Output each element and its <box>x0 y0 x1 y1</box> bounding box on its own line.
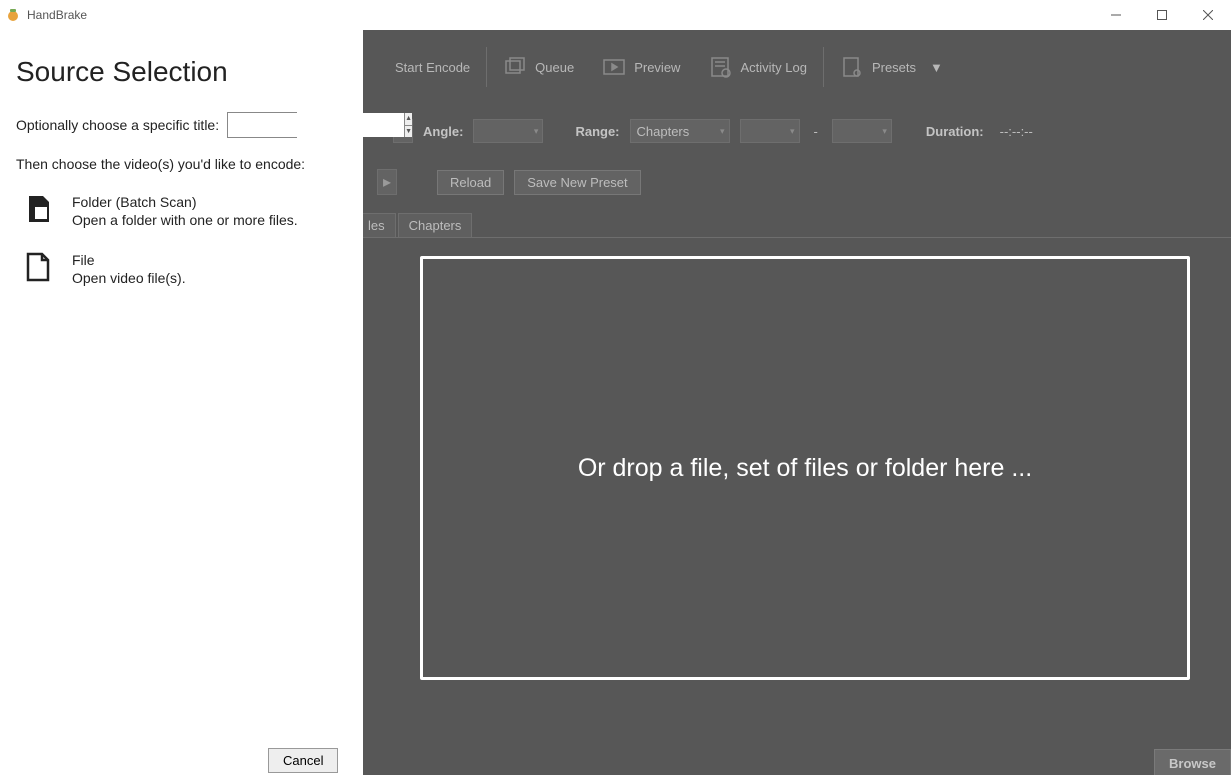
save-new-preset-button[interactable]: Save New Preset <box>514 170 640 195</box>
tabs-row: les Chapters <box>363 206 1231 238</box>
presets-button[interactable]: Presets ▼ <box>826 49 957 85</box>
start-encode-label: Start Encode <box>395 60 470 75</box>
file-option-subtitle: Open video file(s). <box>72 270 186 286</box>
preview-label: Preview <box>634 60 680 75</box>
start-encode-button[interactable]: Start Encode <box>381 54 484 81</box>
preview-button[interactable]: Preview <box>588 49 694 85</box>
source-selection-panel: Source Selection Optionally choose a spe… <box>0 30 363 775</box>
angle-dropdown[interactable]: ▾ <box>473 119 543 143</box>
folder-icon <box>26 194 54 226</box>
window-controls <box>1093 0 1231 30</box>
range-type-value: Chapters <box>637 124 690 139</box>
source-selection-heading: Source Selection <box>16 56 349 88</box>
toolbar: Start Encode Queue Preview Activity Log … <box>363 30 1231 104</box>
drop-zone-text: Or drop a file, set of files or folder h… <box>578 454 1032 483</box>
folder-batch-scan-option[interactable]: Folder (Batch Scan) Open a folder with o… <box>16 194 349 228</box>
activity-log-label: Activity Log <box>740 60 806 75</box>
maximize-button[interactable] <box>1139 0 1185 30</box>
queue-label: Queue <box>535 60 574 75</box>
specific-title-row: Optionally choose a specific title: ▲ ▼ <box>16 112 349 138</box>
minimize-button[interactable] <box>1093 0 1139 30</box>
duration-label: Duration: <box>926 124 984 139</box>
folder-option-title: Folder (Batch Scan) <box>72 194 298 210</box>
file-icon <box>26 252 54 284</box>
tab-chapters[interactable]: Chapters <box>398 213 473 237</box>
presets-icon <box>840 55 864 79</box>
range-end-dropdown[interactable]: ▾ <box>832 119 892 143</box>
queue-button[interactable]: Queue <box>489 49 588 85</box>
presets-label: Presets <box>872 60 916 75</box>
title-bar: HandBrake <box>0 0 1231 30</box>
title-spinner[interactable]: ▲ ▼ <box>227 112 297 138</box>
duration-value: --:--:-- <box>1000 124 1033 139</box>
toolbar-separator <box>823 47 824 87</box>
activity-log-icon <box>708 55 732 79</box>
toolbar-separator <box>486 47 487 87</box>
folder-option-subtitle: Open a folder with one or more files. <box>72 212 298 228</box>
app-title: HandBrake <box>27 8 87 22</box>
activity-log-button[interactable]: Activity Log <box>694 49 820 85</box>
preset-row: ▸ Reload Save New Preset <box>363 158 1231 206</box>
bottom-row: Browse <box>363 745 1231 775</box>
range-dash: - <box>810 124 822 139</box>
file-option-title: File <box>72 252 186 268</box>
chevron-down-icon: ▼ <box>930 60 943 75</box>
queue-icon <box>503 55 527 79</box>
title-spinner-input[interactable] <box>228 113 404 137</box>
drop-zone[interactable]: Or drop a file, set of files or folder h… <box>420 256 1190 680</box>
spinner-up-button[interactable]: ▲ <box>405 113 412 126</box>
range-label: Range: <box>575 124 619 139</box>
specific-title-label: Optionally choose a specific title: <box>16 117 219 133</box>
browse-button[interactable]: Browse <box>1154 749 1231 775</box>
instruction-text: Then choose the video(s) you'd like to e… <box>16 156 349 172</box>
cancel-button[interactable]: Cancel <box>268 748 338 773</box>
spinner-down-button[interactable]: ▼ <box>405 126 412 138</box>
angle-label: Angle: <box>423 124 463 139</box>
close-button[interactable] <box>1185 0 1231 30</box>
title-options-row: ▾ Angle: ▾ Range: Chapters▾ ▾ - ▾ Durati… <box>363 104 1231 158</box>
range-type-dropdown[interactable]: Chapters▾ <box>630 119 730 143</box>
range-start-dropdown[interactable]: ▾ <box>740 119 800 143</box>
file-option[interactable]: File Open video file(s). <box>16 252 349 286</box>
preset-arrow-button[interactable]: ▸ <box>377 169 397 195</box>
reload-button[interactable]: Reload <box>437 170 504 195</box>
preview-icon <box>602 55 626 79</box>
app-icon <box>5 7 21 23</box>
